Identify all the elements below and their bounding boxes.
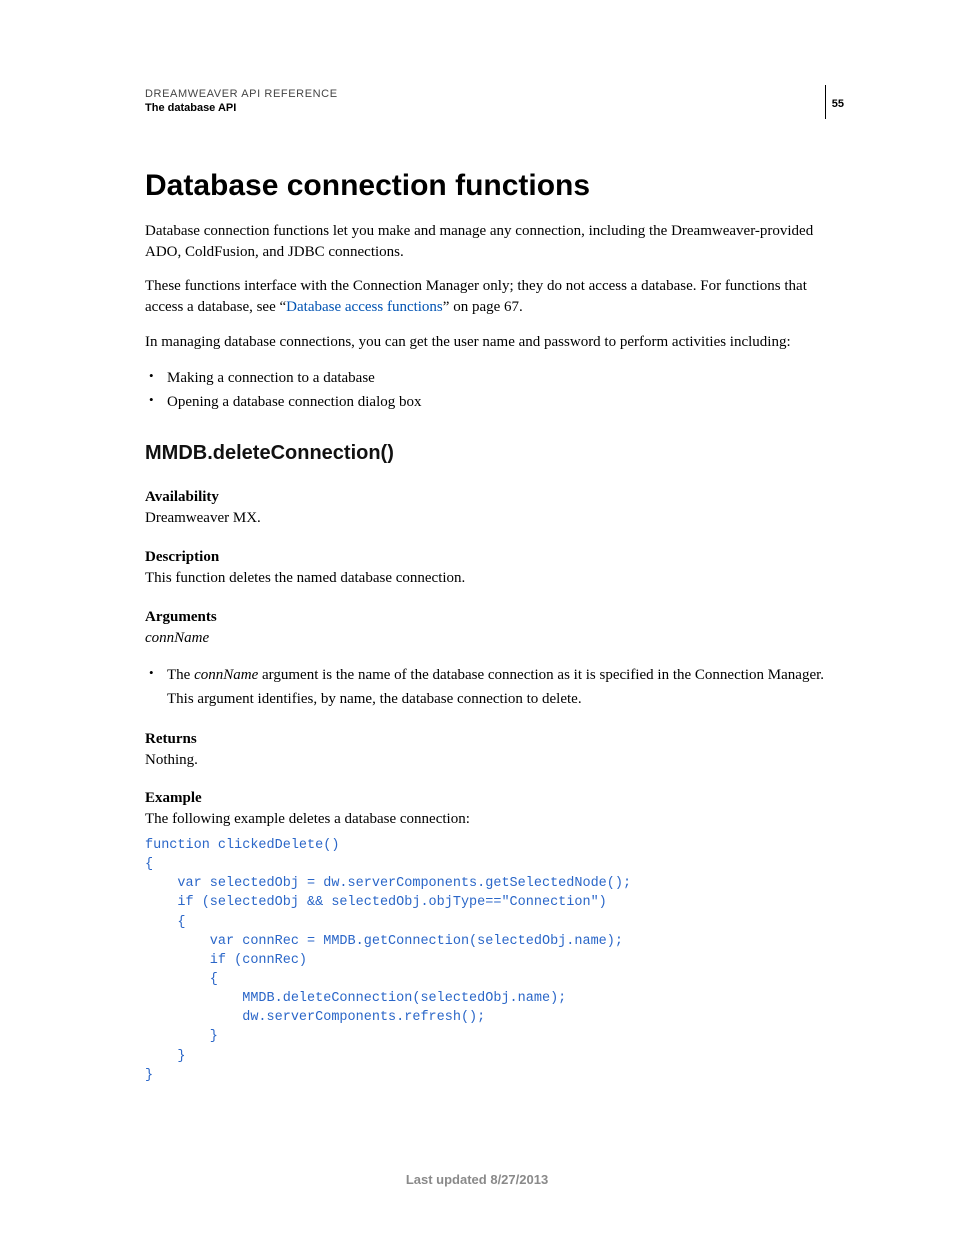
intro2-post: ” on page 67.: [443, 299, 523, 315]
returns-heading: Returns: [145, 731, 844, 748]
availability-heading: Availability: [145, 489, 844, 506]
api-function-title: MMDB.deleteConnection(): [145, 442, 844, 465]
code-block: function clickedDelete() { var selectedO…: [145, 836, 844, 1085]
returns-text: Nothing.: [145, 750, 844, 771]
description-heading: Description: [145, 549, 844, 566]
list-item: Making a connection to a database: [163, 366, 844, 390]
intro-paragraph-1: Database connection functions let you ma…: [145, 221, 844, 262]
list-item: The connName argument is the name of the…: [163, 663, 844, 711]
page-rule: [825, 85, 826, 119]
intro-paragraph-2: These functions interface with the Conne…: [145, 276, 844, 317]
page: DREAMWEAVER API REFERENCE The database A…: [0, 0, 954, 1235]
example-heading: Example: [145, 790, 844, 807]
arguments-signature: connName: [145, 628, 844, 649]
page-number-wrap: 55: [825, 88, 844, 119]
example-intro: The following example deletes a database…: [145, 809, 844, 830]
footer-updated: Last updated 8/27/2013: [0, 1172, 954, 1187]
intro-bullet-list: Making a connection to a database Openin…: [145, 366, 844, 414]
page-number: 55: [832, 98, 844, 110]
header-chapter: The database API: [145, 102, 825, 114]
availability-text: Dreamweaver MX.: [145, 508, 844, 529]
database-access-functions-link[interactable]: Database access functions: [286, 299, 443, 315]
arg-pre: The: [167, 667, 194, 683]
arg-post: argument is the name of the database con…: [167, 667, 824, 707]
arg-name: connName: [194, 667, 258, 683]
list-item: Opening a database connection dialog box: [163, 390, 844, 414]
header-reference: DREAMWEAVER API REFERENCE: [145, 88, 825, 100]
running-header: DREAMWEAVER API REFERENCE The database A…: [145, 88, 844, 119]
intro-paragraph-3: In managing database connections, you ca…: [145, 332, 844, 353]
arguments-heading: Arguments: [145, 609, 844, 626]
description-text: This function deletes the named database…: [145, 568, 844, 589]
arguments-bullet-list: The connName argument is the name of the…: [145, 663, 844, 711]
section-title: Database connection functions: [145, 169, 844, 203]
